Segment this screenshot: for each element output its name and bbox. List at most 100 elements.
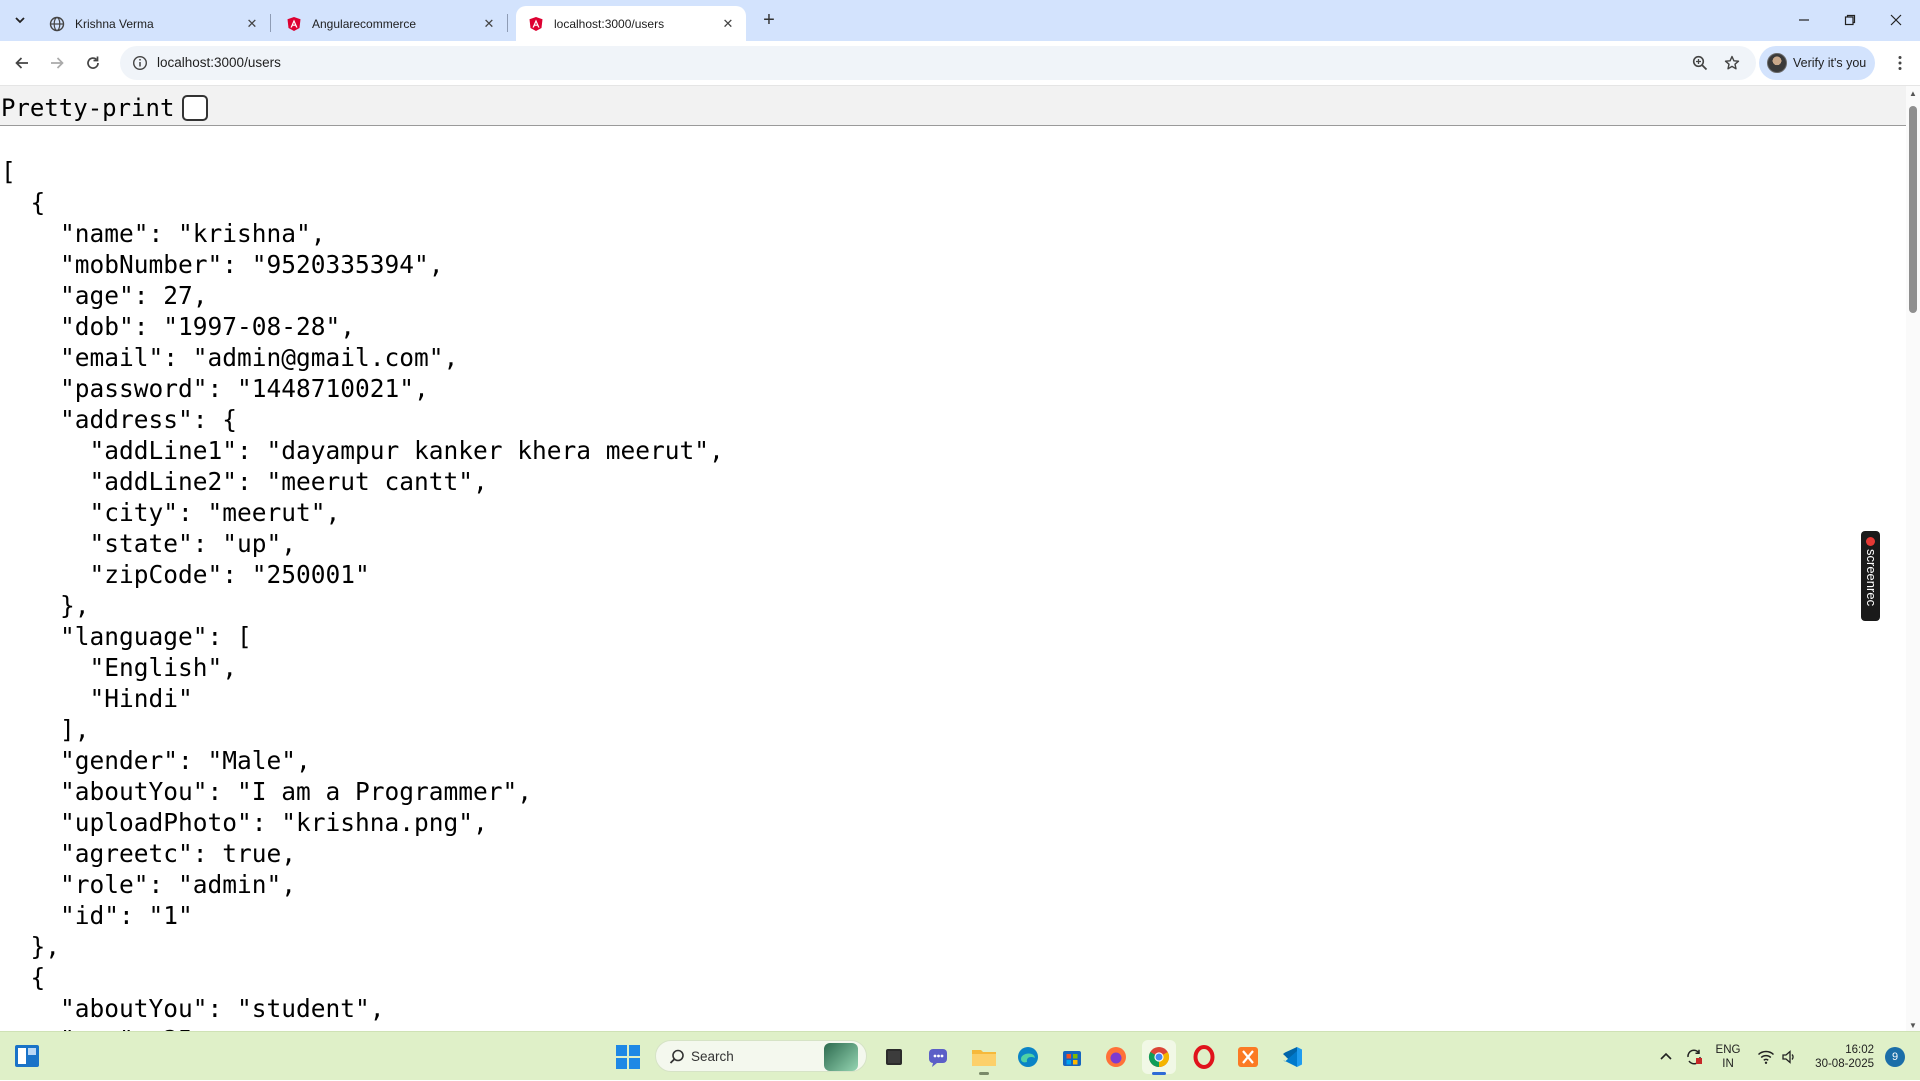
json-line: ], — [1, 715, 90, 744]
close-icon[interactable]: ✕ — [479, 14, 499, 34]
json-line: "addLine2": "meerut cantt", — [1, 467, 488, 496]
profile-verify-button[interactable]: Verify it's you — [1759, 46, 1875, 80]
widgets-icon[interactable] — [14, 1044, 40, 1068]
json-line: "uploadPhoto": "krishna.png", — [1, 808, 488, 837]
arrow-right-icon — [51, 57, 64, 69]
search-highlight-image — [824, 1043, 858, 1071]
taskbar-app-store[interactable] — [1055, 1040, 1089, 1074]
taskbar-app-vscode[interactable] — [1275, 1040, 1309, 1074]
reload-button[interactable] — [77, 47, 109, 79]
address-bar[interactable]: localhost:3000/users — [120, 46, 1756, 80]
json-line: "age": 25, — [1, 1024, 724, 1031]
windows-logo-icon — [616, 1045, 640, 1069]
tab-localhost-users[interactable]: localhost:3000/users ✕ — [516, 6, 746, 41]
json-line: "Hindi" — [1, 684, 193, 713]
json-line: "addLine1": "dayampur kanker khera meeru… — [1, 436, 724, 465]
running-indicator — [979, 1072, 989, 1075]
clock[interactable]: 16:02 30-08-2025 — [1808, 1032, 1874, 1081]
close-icon — [1890, 14, 1902, 26]
json-line: "language": [ — [1, 622, 252, 651]
search-icon — [669, 1049, 684, 1064]
url-text[interactable]: localhost:3000/users — [157, 55, 281, 70]
back-button[interactable] — [6, 47, 38, 79]
windows-taskbar: Search ENG IN 16:02 30-08-2025 9 — [0, 1031, 1920, 1080]
more-vertical-icon — [1898, 56, 1902, 70]
json-content: [ { "name": "krishna", "mobNumber": "952… — [1, 156, 724, 1031]
restore-icon — [1844, 14, 1856, 26]
vscode-icon — [1283, 1047, 1302, 1067]
network-volume-group[interactable] — [1757, 1032, 1797, 1081]
json-line: "aboutYou": "I am a Programmer", — [1, 777, 533, 806]
new-tab-button[interactable]: + — [756, 8, 782, 32]
tab-strip: Krishna Verma ✕ Angularecommerce ✕ local… — [0, 0, 1920, 41]
tab-krishna-verma[interactable]: Krishna Verma ✕ — [37, 6, 271, 41]
taskbar-app-firefox[interactable] — [1099, 1040, 1133, 1074]
json-line: "English", — [1, 653, 238, 682]
tab-title: Angularecommerce — [312, 16, 417, 31]
json-line: "dob": "1997-08-28", — [1, 312, 356, 341]
json-line: "id": "1" — [1, 901, 193, 930]
edge-icon — [1018, 1047, 1038, 1067]
arrow-left-icon — [15, 57, 28, 69]
scroll-down-icon[interactable]: ▼ — [1908, 1020, 1918, 1030]
volume-icon — [1782, 1049, 1794, 1064]
close-window-button[interactable] — [1873, 0, 1919, 40]
page-scrollbar[interactable]: ▲ ▼ — [1906, 86, 1920, 1031]
taskbar-app-teams[interactable] — [922, 1040, 956, 1074]
json-line: }, — [1, 932, 61, 961]
tray-overflow-button[interactable] — [1659, 1032, 1673, 1081]
browser-toolbar: localhost:3000/users Verify it's you — [0, 41, 1920, 85]
page-viewport: Pretty-print [ { "name": "krishna", "mob… — [0, 85, 1920, 1031]
reload-icon — [87, 56, 99, 69]
taskbar-app-terminal[interactable] — [877, 1040, 911, 1074]
taskbar-search-box[interactable]: Search — [655, 1040, 867, 1072]
taskbar-app-explorer[interactable] — [967, 1040, 1001, 1075]
search-label: Search — [691, 1049, 734, 1064]
chevron-up-icon — [1660, 1052, 1672, 1060]
json-line: "agreetc": true, — [1, 839, 297, 868]
json-line: "password": "1448710021", — [1, 374, 429, 403]
json-line: "name": "krishna", — [1, 219, 326, 248]
tab-search-button[interactable] — [6, 8, 34, 32]
notification-badge[interactable]: 9 — [1885, 1047, 1905, 1067]
chevron-down-icon — [15, 17, 25, 24]
minimize-button[interactable] — [1781, 0, 1827, 40]
plus-icon: + — [763, 8, 775, 31]
taskbar-app-chrome[interactable] — [1142, 1040, 1176, 1075]
json-line: "email": "admin@gmail.com", — [1, 343, 459, 372]
pretty-print-checkbox[interactable] — [182, 95, 209, 121]
scroll-up-icon[interactable]: ▲ — [1908, 88, 1918, 98]
globe-icon — [49, 16, 65, 32]
file-explorer-dark-icon — [886, 1049, 902, 1065]
browser-menu-button[interactable] — [1884, 47, 1916, 79]
close-icon[interactable]: ✕ — [718, 14, 738, 34]
lang-top: ENG — [1715, 1043, 1741, 1056]
taskbar-app-xampp[interactable] — [1231, 1040, 1265, 1074]
language-indicator[interactable]: ENG IN — [1715, 1032, 1741, 1081]
screenrec-widget[interactable]: screenrec — [1861, 531, 1880, 621]
tray-sync-icon[interactable] — [1685, 1032, 1703, 1081]
store-icon — [1063, 1051, 1081, 1066]
firefox-icon — [1106, 1047, 1126, 1067]
angular-icon — [286, 16, 302, 32]
restore-button[interactable] — [1827, 0, 1873, 40]
pretty-print-control[interactable]: Pretty-print — [1, 94, 209, 122]
tab-title: localhost:3000/users — [554, 16, 665, 31]
forward-button[interactable] — [41, 47, 73, 79]
zoom-icon[interactable] — [1688, 51, 1712, 75]
pretty-print-bar: Pretty-print — [0, 86, 1906, 126]
taskbar-app-edge[interactable] — [1011, 1040, 1045, 1074]
close-icon[interactable]: ✕ — [242, 14, 262, 34]
bookmark-star-icon[interactable] — [1720, 51, 1744, 75]
json-line: { — [1, 188, 46, 217]
taskbar-app-opera[interactable] — [1187, 1040, 1221, 1074]
tab-angularecommerce[interactable]: Angularecommerce ✕ — [274, 6, 508, 41]
angular-icon — [528, 16, 544, 32]
teams-icon — [929, 1049, 947, 1067]
screenrec-label: screenrec — [1864, 549, 1879, 607]
avatar — [1767, 53, 1787, 73]
scrollbar-thumb[interactable] — [1909, 106, 1917, 313]
folder-icon — [972, 1050, 996, 1066]
site-info-icon[interactable] — [128, 51, 152, 75]
start-button[interactable] — [615, 1044, 641, 1070]
